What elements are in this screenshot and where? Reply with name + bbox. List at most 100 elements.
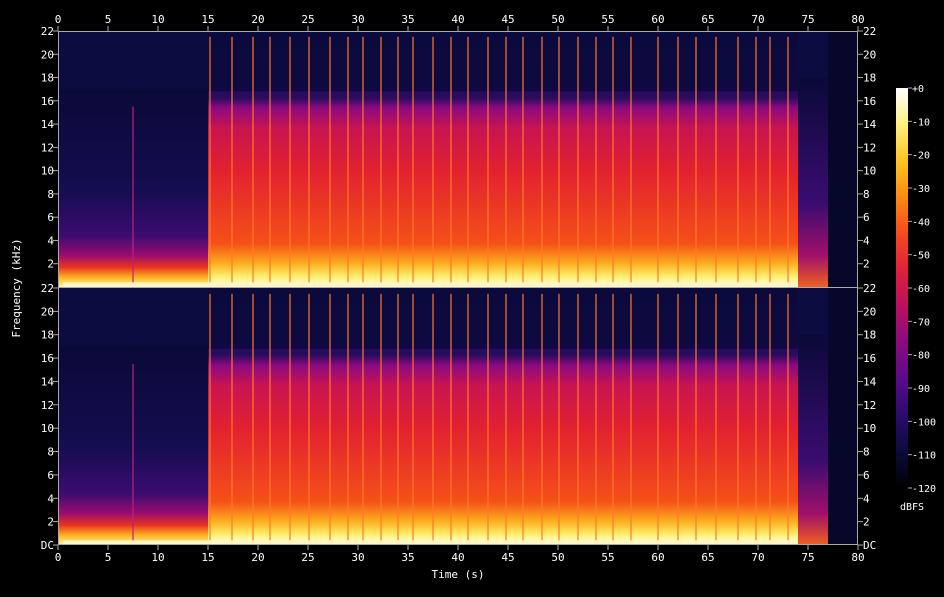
colorbar-tick-label: -110 — [912, 451, 936, 462]
ch1-transient-28 — [715, 36, 717, 288]
spectrogram-chart: 0055101015152020252530303535404045455050… — [10, 13, 936, 581]
ch2-transient-8 — [347, 293, 349, 545]
ch2-transient-1 — [209, 293, 211, 545]
colorbar-tick-label: -40 — [912, 217, 930, 228]
x-tick-label-top: 10 — [151, 13, 164, 26]
ch1-transient-24 — [630, 36, 632, 288]
ch1-transient-17 — [505, 36, 507, 288]
ch1-transient-13 — [432, 36, 434, 288]
ch2-transient-31 — [769, 293, 771, 545]
ch2-transient-22 — [595, 293, 597, 545]
y-tick-label-left: 6 — [47, 211, 54, 224]
ch1-transient-30 — [755, 36, 757, 288]
ch1-transient-23 — [612, 36, 614, 288]
ch1-transient-29 — [737, 36, 739, 288]
ch1-transient-18 — [522, 36, 524, 288]
ch1-transient-3 — [252, 36, 254, 288]
x-tick-label-bottom: 55 — [601, 551, 614, 564]
y-tick-label-left: 12 — [41, 399, 54, 412]
y-tick-label-left: 2 — [47, 516, 54, 529]
colorbar-label: dBFS — [900, 502, 924, 513]
y-tick-label-left: DC — [41, 539, 54, 552]
ch2-transient-16 — [487, 293, 489, 545]
x-tick-label-top: 20 — [251, 13, 264, 26]
ch2-transient-17 — [505, 293, 507, 545]
ch1-segment-fade — [798, 77, 828, 287]
x-tick-label-bottom: 35 — [401, 551, 414, 564]
y-tick-label-left: 10 — [41, 165, 54, 178]
ch1-transient-16 — [487, 36, 489, 288]
x-tick-label-bottom: 25 — [301, 551, 314, 564]
ch1-transient-5 — [289, 36, 291, 288]
x-tick-label-top: 15 — [201, 13, 214, 26]
ch1-low-bright-band — [63, 282, 798, 287]
ch2-transient-9 — [362, 293, 364, 545]
ch2-transient-6 — [308, 293, 310, 545]
y-tick-label-left: 22 — [41, 282, 54, 295]
ch1-transient-6 — [308, 36, 310, 288]
ch2-transient-30 — [755, 293, 757, 545]
y-tick-label-left: 6 — [47, 469, 54, 482]
x-tick-label-top: 60 — [651, 13, 664, 26]
x-tick-label-bottom: 30 — [351, 551, 364, 564]
y-tick-label-right: 14 — [863, 375, 877, 388]
y-tick-label-right: 18 — [863, 329, 876, 342]
y-tick-label-right: 10 — [863, 165, 876, 178]
ch1-transient-20 — [558, 36, 560, 288]
ch1-transient-22 — [595, 36, 597, 288]
y-tick-label-left: 16 — [41, 95, 54, 108]
x-tick-label-top: 35 — [401, 13, 414, 26]
colorbar-tick-label: -20 — [912, 151, 930, 162]
y-tick-label-right: 2 — [863, 516, 870, 529]
x-tick-label-top: 30 — [351, 13, 364, 26]
colorbar-tick-label: -30 — [912, 184, 930, 195]
x-tick-label-top: 50 — [551, 13, 564, 26]
y-tick-label-left: 12 — [41, 141, 54, 154]
x-tick-label-top: 70 — [751, 13, 764, 26]
x-tick-label-top: 65 — [701, 13, 714, 26]
ch2-upper-band — [208, 288, 798, 349]
y-tick-label-right: 16 — [863, 352, 876, 365]
ch1-transient-11 — [397, 36, 399, 288]
ch1-transient-9 — [362, 36, 364, 288]
y-tick-label-right: 6 — [863, 469, 870, 482]
y-tick-label-right: 12 — [863, 141, 876, 154]
y-tick-label-left: 10 — [41, 422, 54, 435]
y-tick-label-left: 2 — [47, 258, 54, 271]
y-tick-label-right: 16 — [863, 95, 876, 108]
ch2-transient-13 — [432, 293, 434, 545]
y-tick-label-right: 10 — [863, 422, 876, 435]
ch1-transient-31 — [769, 36, 771, 288]
colorbar-tick-label: -10 — [912, 117, 930, 128]
y-tick-label-right: 6 — [863, 211, 870, 224]
y-tick-label-right: 20 — [863, 305, 876, 318]
ch2-transient-10 — [380, 293, 382, 545]
ch2-transient-0 — [132, 363, 134, 545]
ch1-transient-2 — [231, 36, 233, 288]
ch1-transient-21 — [577, 36, 579, 288]
x-tick-label-bottom: 40 — [451, 551, 464, 564]
ch2-transient-2 — [231, 293, 233, 545]
ch1-transient-8 — [347, 36, 349, 288]
colorbar-tick-label: -70 — [912, 317, 930, 328]
x-tick-label-top: 55 — [601, 13, 614, 26]
x-tick-label-top: 45 — [501, 13, 514, 26]
x-tick-label-bottom: 15 — [201, 551, 214, 564]
ch2-transient-23 — [612, 293, 614, 545]
colorbar: +0 -10 -20 -30 -40 -50 -60 -70 -80 -90 -100 -110 -12… — [896, 84, 936, 513]
ch2-transient-4 — [269, 293, 271, 545]
ch2-transient-19 — [541, 293, 543, 545]
x-tick-label-bottom: 20 — [251, 551, 264, 564]
y-tick-label-right: 2 — [863, 258, 870, 271]
x-tick-label-bottom: 50 — [551, 551, 564, 564]
x-tick-label-top: 0 — [55, 13, 62, 26]
ch2-transient-5 — [289, 293, 291, 545]
ch1-transient-32 — [787, 36, 789, 288]
ch2-transient-15 — [467, 293, 469, 545]
ch1-transient-15 — [467, 36, 469, 288]
colorbar-tick-label: -60 — [912, 284, 930, 295]
x-tick-label-bottom: 75 — [801, 551, 814, 564]
ch2-transient-7 — [329, 293, 331, 545]
y-axis-label: Frequency (kHz) — [10, 238, 23, 337]
y-tick-label-left: 22 — [41, 25, 54, 38]
